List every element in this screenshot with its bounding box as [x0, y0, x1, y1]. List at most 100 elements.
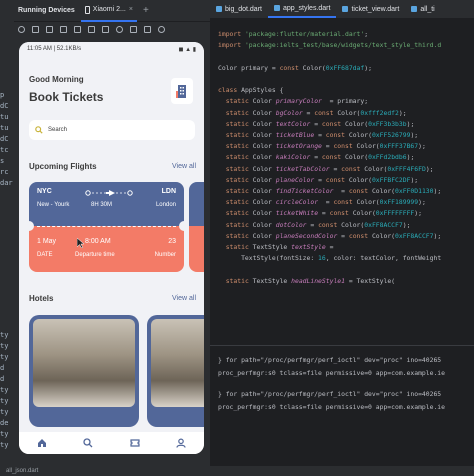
log-fragment: ty [0, 386, 9, 394]
search-nav-icon[interactable] [83, 438, 93, 448]
editor-tab[interactable]: app_styles.dart [267, 0, 337, 18]
hotel-image-next [151, 319, 204, 407]
page-title: Book Tickets [29, 90, 104, 104]
log-fragment: ty [0, 408, 9, 416]
record-icon[interactable] [158, 25, 165, 33]
code-fragment: dar [0, 179, 13, 187]
hotel-logo-icon [176, 85, 186, 98]
ticket-nav-icon[interactable] [130, 438, 140, 448]
code-fragment: rc [0, 168, 9, 176]
time-label: Departure time [75, 252, 115, 258]
log-fragment: de [0, 419, 9, 427]
log-fragment: ty [0, 441, 9, 449]
search-icon [35, 126, 43, 134]
time-value: 8:00 AM [85, 238, 111, 245]
code-content: import 'package:flutter/material.dart'; … [218, 30, 442, 285]
view-all-flights-link[interactable]: View all [172, 163, 196, 170]
log-fragment: ty [0, 397, 9, 405]
device-toolbar [14, 22, 210, 36]
log-fragment: ty [0, 353, 9, 361]
date-value: 1 May [37, 238, 57, 245]
profile-nav-icon[interactable] [176, 438, 186, 448]
hotels-heading: Hotels [29, 294, 54, 303]
log-fragment: ty [0, 430, 9, 438]
home-nav-icon[interactable] [37, 438, 47, 448]
hotel-card[interactable] [29, 315, 139, 427]
status-file: all_json.dart [6, 468, 39, 474]
status-icons: ◼ ▲ ▮ [178, 46, 196, 53]
flight-route-icon [85, 190, 133, 196]
left-code-fragment: p dC tu tu dC tc s rc dar [0, 90, 14, 189]
editor-tabs: big_dot.dart app_styles.dart ticket_view.d… [210, 0, 474, 18]
ticket-top: NYC LDN New - Yourk 8H 30M London [29, 182, 184, 226]
dart-file-icon [216, 6, 222, 12]
close-icon[interactable]: × [129, 6, 133, 13]
ticket-divider [29, 221, 184, 231]
flight-ticket[interactable]: NYC LDN New - Yourk 8H 30M London 1 May … [29, 182, 184, 272]
code-fragment: dC [0, 135, 9, 143]
back-icon[interactable] [102, 25, 109, 33]
editor-tab[interactable]: all_ti [405, 0, 440, 18]
view-all-hotels-link[interactable]: View all [172, 295, 196, 302]
device-tab[interactable]: Xiaomi 2... × [80, 0, 137, 22]
status-bar: 11:05 AM | 52.1KB/s ◼ ▲ ▮ [19, 42, 204, 56]
device-tab-label: Xiaomi 2... [92, 6, 126, 13]
bottom-navigation [19, 432, 204, 454]
code-fragment: tc [0, 146, 9, 154]
code-fragment: dC [0, 102, 9, 110]
ide-status-bar: all_json.dart [0, 466, 474, 476]
overview-icon[interactable] [130, 25, 137, 33]
flight-ticket-next[interactable] [189, 182, 204, 272]
logcat-panel: } for path="/proc/perfmgr/perf_ioctl" de… [210, 345, 474, 476]
editor-tab-label: app_styles.dart [282, 4, 331, 12]
fold-icon[interactable] [88, 25, 95, 33]
dart-file-icon [411, 6, 418, 12]
number-value: 23 [168, 238, 176, 245]
search-field[interactable]: Search [29, 120, 195, 140]
log-line: proc_perfmgr:s0 tclass=file permissive=0… [218, 403, 446, 411]
ide-window: p dC tu tu dC tc s rc dar ty ty ty d d ty ty ty de ty ty R… [0, 0, 474, 476]
upcoming-flights-heading: Upcoming Flights [29, 162, 97, 171]
log-fragment: d [0, 375, 5, 383]
hotel-image [33, 319, 135, 407]
app-logo [171, 78, 193, 104]
running-devices-header: Running Devices Xiaomi 2... × + [14, 0, 210, 22]
to-code: LDN [161, 188, 176, 195]
hotel-card-next[interactable] [147, 315, 204, 427]
ticket-bottom: 1 May 8:00 AM 23 DATE Departure time Num… [29, 221, 184, 272]
number-label: Number [154, 252, 176, 258]
log-line: } for path="/proc/perfmgr/perf_ioctl" de… [218, 390, 442, 398]
editor-tab[interactable]: big_dot.dart [210, 0, 268, 18]
rotate-right-icon[interactable] [74, 25, 81, 33]
to-name: London [155, 202, 176, 208]
home-icon[interactable] [116, 25, 123, 33]
editor-tab-label: big_dot.dart [225, 5, 262, 13]
log-line: } for path="/proc/perfmgr/perf_ioctl" de… [218, 356, 442, 364]
left-log-fragment: ty ty ty d d ty ty ty de ty ty [0, 330, 14, 451]
add-device-button[interactable]: + [143, 5, 149, 16]
from-code: NYC [37, 188, 52, 195]
from-name: New - Yourk [37, 202, 70, 208]
editor-tab[interactable]: ticket_view.dart [336, 0, 405, 18]
dart-file-icon [273, 5, 280, 11]
log-line: proc_perfmgr:s0 tclass=file permissive=0… [218, 369, 446, 377]
screenshot-icon[interactable] [144, 25, 151, 33]
log-fragment: ty [0, 331, 9, 339]
running-devices-title: Running Devices [18, 7, 75, 14]
editor-tab-label: all_ti [420, 5, 435, 13]
project-panel-edge: p dC tu tu dC tc s rc dar ty ty ty d d ty ty ty de ty ty [0, 0, 14, 476]
status-time: 11:05 AM | 52.1KB/s [27, 46, 82, 52]
greeting-text: Good Morning [29, 75, 84, 84]
volume-up-icon[interactable] [32, 25, 39, 33]
log-fragment: d [0, 364, 5, 372]
phone-icon [84, 5, 90, 14]
date-label: DATE [37, 252, 53, 258]
code-fragment: s [0, 157, 5, 165]
search-placeholder: Search [48, 127, 68, 133]
mouse-cursor-icon [77, 238, 85, 248]
code-fragment: tu [0, 113, 9, 121]
power-icon[interactable] [18, 25, 25, 33]
phone-screen: 11:05 AM | 52.1KB/s ◼ ▲ ▮ Good Morning B… [19, 42, 204, 454]
rotate-left-icon[interactable] [60, 25, 67, 33]
volume-down-icon[interactable] [46, 25, 53, 33]
